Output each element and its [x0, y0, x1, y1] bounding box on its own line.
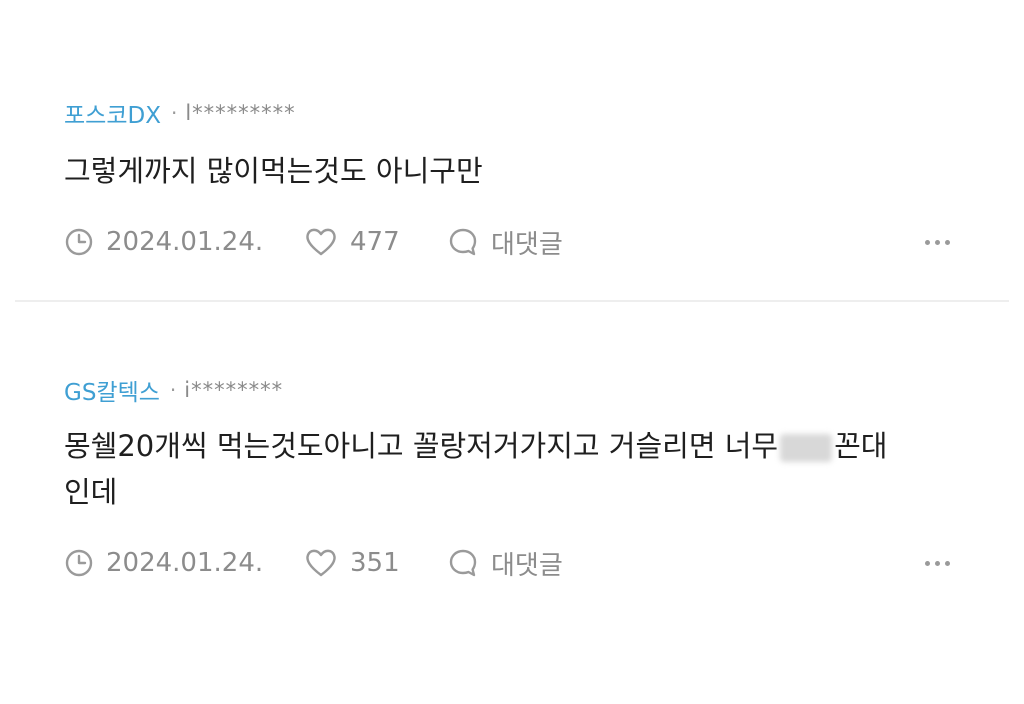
speech-bubble-icon	[447, 547, 479, 579]
comment-date: 2024.01.24.	[64, 227, 304, 257]
clock-icon	[64, 227, 94, 257]
comment-text-part: 인데	[64, 475, 118, 509]
like-button[interactable]: 351	[304, 548, 447, 578]
comment-text-part: 몽쉘20개씩 먹는것도아니고 꼴랑저거가지고 거슬리면 너무	[64, 429, 779, 463]
comment-date: 2024.01.24.	[64, 548, 304, 578]
comment-text: 그렇게까지 많이먹는것도 아니구만	[64, 154, 483, 188]
clock-icon	[64, 548, 94, 578]
comment-divider	[15, 300, 1009, 302]
comment-meta: GS칼텍스 · i********	[64, 373, 960, 407]
date-text: 2024.01.24.	[106, 548, 264, 578]
reply-label: 대댓글	[491, 229, 563, 260]
like-button[interactable]: 477	[304, 227, 447, 257]
comment-text-part: 꼰대	[834, 429, 888, 463]
speech-bubble-icon	[447, 226, 479, 258]
comment-item: GS칼텍스 · i******** 몽쉘20개씩 먹는것도아니고 꼴랑저거가지고…	[64, 373, 960, 583]
reply-label: 대댓글	[491, 550, 563, 581]
censored-text-blur	[780, 434, 833, 462]
comment-text: 몽쉘20개씩 먹는것도아니고 꼴랑저거가지고 거슬리면 너무 꼰대 인데	[64, 423, 964, 515]
user-id: i********	[184, 378, 284, 402]
heart-icon	[304, 548, 338, 578]
meta-separator: ·	[169, 378, 177, 402]
like-count: 477	[350, 227, 400, 257]
like-count: 351	[350, 548, 400, 578]
more-dots-icon[interactable]	[925, 226, 950, 258]
comment-item: 포스코DX · l********* 그렇게까지 많이먹는것도 아니구만 202…	[64, 96, 960, 262]
company-name[interactable]: 포스코DX	[64, 96, 161, 130]
reply-button[interactable]: 대댓글	[447, 224, 563, 261]
comment-actions: 2024.01.24. 351 대댓글	[64, 543, 960, 583]
meta-separator: ·	[170, 101, 178, 125]
comment-meta: 포스코DX · l*********	[64, 96, 960, 130]
heart-icon	[304, 227, 338, 257]
more-dots-icon[interactable]	[925, 547, 950, 579]
date-text: 2024.01.24.	[106, 227, 264, 257]
user-id: l*********	[185, 101, 296, 125]
reply-button[interactable]: 대댓글	[447, 545, 563, 582]
company-name[interactable]: GS칼텍스	[64, 373, 160, 407]
comment-actions: 2024.01.24. 477 대댓글	[64, 222, 960, 262]
